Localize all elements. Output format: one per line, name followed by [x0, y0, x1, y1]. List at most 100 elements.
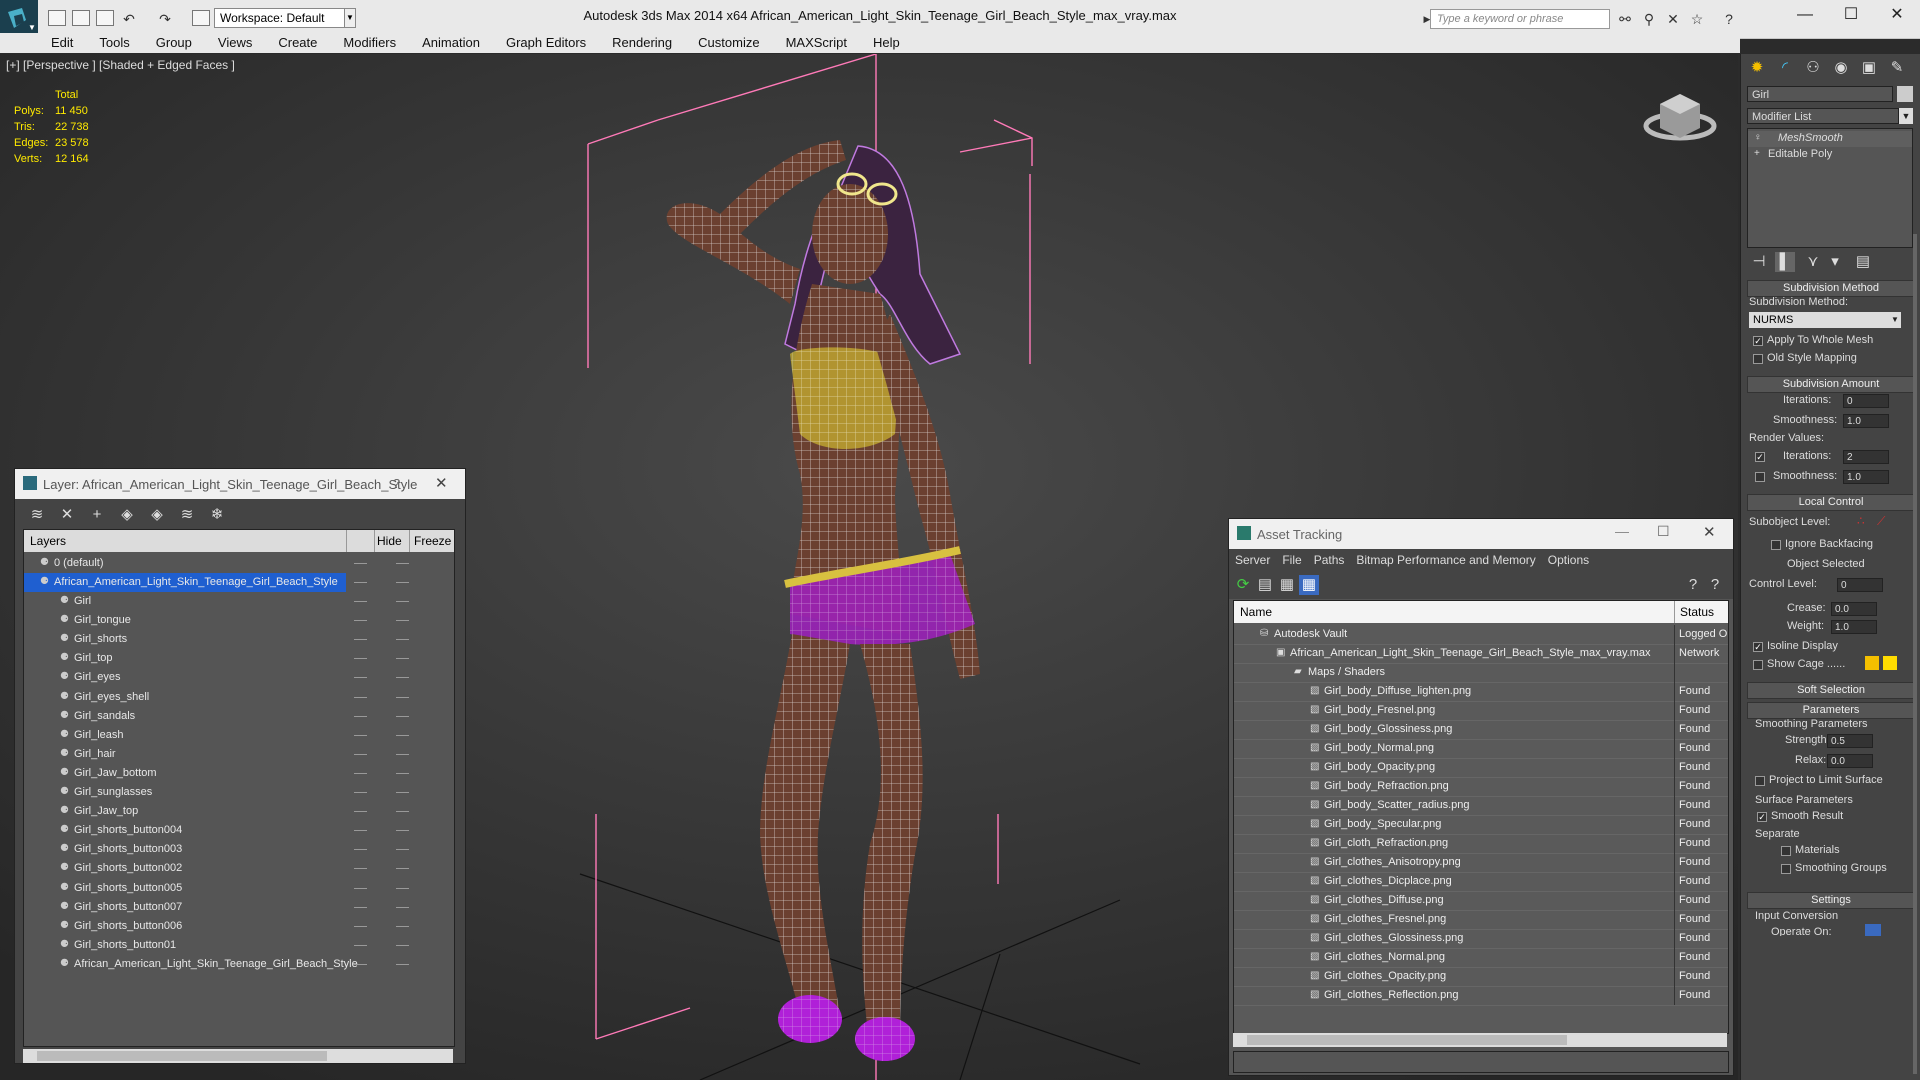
asset-row[interactable]: ▧ Girl_clothes_Normal.png Found	[1234, 948, 1728, 968]
smoothing-groups-checkbox[interactable]	[1781, 864, 1791, 874]
configure-sets-icon[interactable]: ▤	[1853, 252, 1873, 272]
scrollbar-thumb[interactable]	[37, 1051, 327, 1061]
thumbnail-view-icon[interactable]: ▦	[1277, 575, 1297, 595]
asset-row[interactable]: ▧ Girl_body_Specular.png Found	[1234, 815, 1728, 835]
hide-toggle[interactable]	[354, 772, 367, 774]
maximize-icon[interactable]: ☐	[1657, 523, 1670, 540]
delete-layer-icon[interactable]: ✕	[57, 505, 77, 525]
asset-horizontal-scrollbar[interactable]	[1233, 1033, 1727, 1047]
asset-row[interactable]: ▣ African_American_Light_Skin_Teenage_Gir…	[1234, 644, 1728, 664]
control-level-spinner[interactable]: 0	[1837, 578, 1883, 592]
bulb-icon[interactable]: ♀	[1754, 132, 1762, 143]
viewport-label[interactable]: [+] [Perspective ] [Shaded + Edged Faces…	[6, 58, 235, 72]
menu-customize[interactable]: Customize	[685, 33, 772, 53]
hide-toggle[interactable]	[354, 696, 367, 698]
new-layer-icon[interactable]: ≋	[27, 505, 47, 525]
cage-selection-swatch[interactable]	[1883, 656, 1897, 670]
object-name-field[interactable]: Girl	[1747, 86, 1893, 102]
layer-row[interactable]: ⚈ Girl_shorts_button002	[24, 859, 454, 878]
hide-toggle[interactable]	[354, 601, 367, 602]
layer-row[interactable]: ⚈ Girl_leash	[24, 726, 454, 745]
star-icon[interactable]: ☆	[1688, 10, 1706, 28]
object-color-swatch[interactable]	[1897, 86, 1913, 102]
modify-tab-icon[interactable]: ◜	[1775, 58, 1795, 78]
smooth-result-checkbox[interactable]: ✓	[1757, 812, 1767, 822]
asset-row[interactable]: ▧ Girl_body_Glossiness.png Found	[1234, 720, 1728, 740]
column-hide[interactable]: Hide	[377, 534, 402, 548]
menu-animation[interactable]: Animation	[409, 33, 493, 53]
pin-stack-icon[interactable]: ⊣	[1749, 252, 1769, 272]
layer-row[interactable]: ⚈ Girl_tongue	[24, 611, 454, 630]
freeze-toggle[interactable]	[396, 906, 409, 908]
help-context-icon[interactable]: ?	[1705, 575, 1725, 595]
freeze-toggle[interactable]	[396, 620, 409, 622]
edge-level-icon[interactable]: ⟋	[1877, 514, 1885, 529]
search-icon[interactable]: ⚲	[1640, 10, 1658, 28]
chevron-down-icon[interactable]: ▼	[344, 8, 356, 28]
close-icon[interactable]: ✕	[435, 474, 448, 492]
show-cage-checkbox[interactable]	[1753, 660, 1763, 670]
freeze-toggle[interactable]	[396, 582, 409, 583]
layer-row[interactable]: ⚈ Girl_shorts_button003	[24, 840, 454, 859]
asset-row[interactable]: ▧ Girl_clothes_Glossiness.png Found	[1234, 929, 1728, 949]
asset-row[interactable]: ▧ Girl_clothes_Fresnel.png Found	[1234, 910, 1728, 930]
asset-row[interactable]: ⛁ Autodesk Vault Logged O	[1234, 625, 1728, 645]
command-panel-scrollbar[interactable]	[1913, 234, 1917, 1074]
isoline-display-checkbox[interactable]: ✓	[1753, 642, 1763, 652]
hide-toggle[interactable]	[354, 677, 367, 679]
hide-toggle[interactable]	[354, 620, 367, 622]
create-tab-icon[interactable]: ✹	[1747, 58, 1767, 78]
layer-row[interactable]: ⚈ Girl_shorts_button006	[24, 917, 454, 936]
hide-toggle[interactable]	[354, 868, 367, 870]
hide-toggle[interactable]	[354, 753, 367, 755]
hide-toggle[interactable]	[354, 887, 367, 889]
cage-color-swatch[interactable]	[1865, 656, 1879, 670]
freeze-toggle[interactable]	[396, 715, 409, 717]
menu-maxscript[interactable]: MAXScript	[773, 33, 860, 53]
hide-toggle[interactable]	[354, 734, 367, 736]
layer-row[interactable]: ⚈ Girl_shorts_button005	[24, 879, 454, 898]
project-limit-checkbox[interactable]	[1755, 776, 1765, 786]
asset-row[interactable]: ▧ Girl_body_Diffuse_lighten.png Found	[1234, 682, 1728, 702]
asset-row[interactable]: ▧ Girl_clothes_Anisotropy.png Found	[1234, 853, 1728, 873]
refresh-icon[interactable]: ⟳	[1233, 575, 1253, 595]
layer-row-default[interactable]: ⚈ 0 (default)	[24, 554, 454, 573]
subdivision-method-select[interactable]: NURMS	[1749, 312, 1889, 328]
make-unique-icon[interactable]: ⋎	[1803, 252, 1823, 272]
relax-spinner[interactable]: 0.0	[1827, 754, 1873, 768]
layer-row-active[interactable]: ⚈ African_American_Light_Skin_Teenage_Gir…	[24, 573, 409, 592]
layer-row[interactable]: ⚈ Girl_sandals	[24, 707, 454, 726]
rollout-subdivision-amount[interactable]: Subdivision Amount	[1747, 376, 1915, 393]
rollout-soft-selection[interactable]: Soft Selection	[1747, 682, 1915, 699]
asset-dialog-titlebar[interactable]: Asset Tracking — ☐ ✕	[1229, 519, 1733, 549]
hide-toggle[interactable]	[354, 906, 367, 908]
binoculars-icon[interactable]: ⚯	[1616, 10, 1634, 28]
new-file-icon[interactable]	[48, 10, 66, 26]
freeze-toggle[interactable]	[396, 734, 409, 736]
chevron-down-icon[interactable]: ▼	[1899, 108, 1913, 124]
menu-views[interactable]: Views	[205, 33, 265, 53]
asset-menu-bitmap[interactable]: Bitmap Performance and Memory	[1350, 549, 1541, 571]
freeze-toggle[interactable]	[396, 792, 409, 793]
close-icon[interactable]: ✕	[1703, 523, 1716, 541]
freeze-toggle[interactable]	[396, 868, 409, 870]
asset-row[interactable]: ▧ Girl_body_Refraction.png Found	[1234, 777, 1728, 797]
workspace-dropdown[interactable]: Workspace: Default	[214, 8, 354, 28]
hide-toggle[interactable]	[354, 944, 367, 946]
freeze-toggle[interactable]	[396, 849, 409, 851]
hide-toggle[interactable]	[354, 792, 367, 793]
asset-row[interactable]: ▰ Maps / Shaders	[1234, 663, 1728, 683]
add-to-layer-icon[interactable]: +	[87, 505, 107, 525]
layer-row[interactable]: ⚈ Girl_sunglasses	[24, 783, 454, 802]
crease-spinner[interactable]: 0.0	[1831, 602, 1877, 616]
layer-row[interactable]: ⚈ Girl_shorts_button01	[24, 936, 454, 955]
smoothness-spinner[interactable]: 1.0	[1843, 414, 1889, 428]
operate-on-faces-icon[interactable]	[1865, 924, 1881, 936]
freeze-toggle[interactable]	[396, 811, 409, 813]
freeze-toggle[interactable]	[396, 639, 409, 641]
motion-tab-icon[interactable]: ◉	[1831, 58, 1851, 78]
display-tab-icon[interactable]: ▣	[1859, 58, 1879, 78]
tools-icon[interactable]: ✕	[1664, 10, 1682, 28]
layer-row[interactable]: ⚈ Girl_shorts_button007	[24, 898, 454, 917]
freeze-toggle[interactable]	[396, 563, 409, 564]
